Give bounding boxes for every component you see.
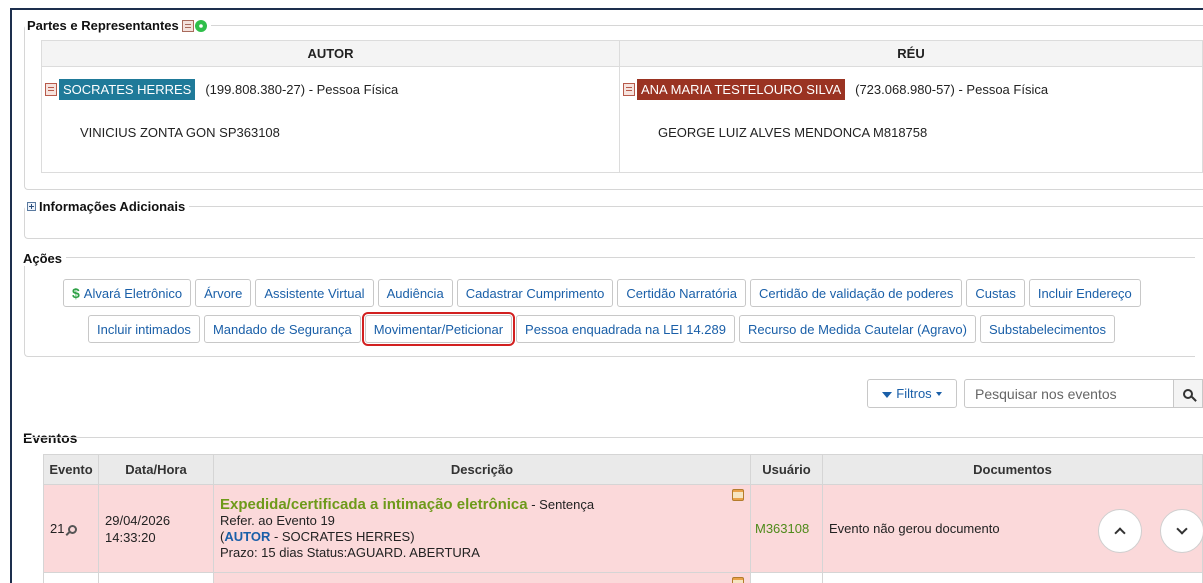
col-descricao: Descrição bbox=[213, 454, 751, 485]
dollar-icon: $ bbox=[72, 285, 80, 301]
hourglass-icon bbox=[732, 577, 744, 583]
autor-doc: (199.808.380-27) - Pessoa Física bbox=[205, 82, 399, 97]
certidao-narratoria-button[interactable]: Certidão Narratória bbox=[617, 279, 746, 307]
autor-name[interactable]: SOCRATES HERRES bbox=[59, 79, 196, 100]
certidao-validacao-button[interactable]: Certidão de validação de poderes bbox=[749, 279, 963, 307]
event-title: Expedida/certificada a intimação eletrôn… bbox=[220, 495, 528, 513]
col-evento: Evento bbox=[43, 454, 99, 485]
pessoa-lei-button[interactable]: Pessoa enquadrada na LEI 14.289 bbox=[516, 315, 735, 343]
eventos-divider bbox=[24, 437, 1203, 438]
info-legend[interactable]: Informações Adicionais bbox=[25, 199, 189, 214]
autor-link[interactable]: AUTOR bbox=[224, 529, 270, 544]
info-title[interactable]: Informações Adicionais bbox=[39, 199, 185, 214]
reu-name[interactable]: ANA MARIA TESTELOURO SILVA bbox=[637, 79, 846, 100]
autor-representative: VINICIUS ZONTA GON SP363108 bbox=[80, 125, 280, 140]
filter-icon bbox=[882, 391, 893, 398]
filtros-dropdown[interactable]: Filtros bbox=[867, 379, 957, 408]
search-events-input[interactable] bbox=[964, 379, 1174, 408]
document-icon[interactable] bbox=[623, 83, 635, 96]
actions-title: Ações bbox=[23, 251, 67, 266]
expand-plus-icon[interactable] bbox=[27, 202, 36, 211]
usuario-cell: M363108 bbox=[750, 484, 823, 573]
autor-header: AUTOR bbox=[41, 40, 620, 67]
table-row bbox=[43, 572, 1203, 583]
user-link[interactable]: M363108 bbox=[755, 521, 809, 536]
actions-row-2: Incluir intimados Mandado de Segurança M… bbox=[88, 312, 1116, 346]
alvara-button[interactable]: $ Alvará Eletrônico bbox=[63, 279, 192, 307]
audiencia-button[interactable]: Audiência bbox=[377, 279, 453, 307]
events-table: Evento Data/Hora Descrição Usuário Docum… bbox=[43, 454, 1203, 583]
info-fieldset: Informações Adicionais bbox=[24, 199, 1203, 239]
actions-row-1: $ Alvará Eletrônico Árvore Assistente Vir… bbox=[63, 279, 1141, 307]
chevron-up-icon bbox=[1114, 527, 1126, 539]
arvore-button[interactable]: Árvore bbox=[195, 279, 252, 307]
whatsapp-icon[interactable] bbox=[194, 19, 207, 32]
partes-title: Partes e Representantes bbox=[27, 18, 179, 33]
incluir-endereco-button[interactable]: Incluir Endereço bbox=[1028, 279, 1141, 307]
movimentar-peticionar-button[interactable]: Movimentar/Peticionar bbox=[361, 312, 516, 346]
substabelecimentos-button[interactable]: Substabelecimentos bbox=[979, 315, 1116, 343]
autor-line: SOCRATES HERRES (199.808.380-27) - Pesso… bbox=[42, 79, 398, 100]
parties-table: AUTOR RÉU SOCRATES HERRES (199.808.380-2… bbox=[41, 40, 1203, 173]
recurso-medida-cautelar-button[interactable]: Recurso de Medida Cautelar (Agravo) bbox=[739, 315, 976, 343]
chevron-down-icon bbox=[1176, 523, 1188, 535]
descricao-cell: Expedida/certificada a intimação eletrôn… bbox=[213, 484, 751, 573]
reu-line: ANA MARIA TESTELOURO SILVA (723.068.980-… bbox=[620, 79, 1048, 100]
table-row: 21 29/04/2026 14:33:20 Expedida/certific… bbox=[43, 484, 1203, 573]
documentos-cell: Evento não gerou documento bbox=[822, 484, 1203, 573]
reu-cell: ANA MARIA TESTELOURO SILVA (723.068.980-… bbox=[619, 66, 1203, 173]
caret-down-icon bbox=[935, 391, 942, 396]
document-icon[interactable] bbox=[45, 83, 57, 96]
reu-header: RÉU bbox=[619, 40, 1203, 67]
scroll-down-button[interactable] bbox=[1160, 509, 1203, 553]
partes-legend: Partes e Representantes bbox=[25, 18, 211, 33]
col-data-hora: Data/Hora bbox=[98, 454, 214, 485]
reu-representative: GEORGE LUIZ ALVES MENDONCA M818758 bbox=[658, 125, 928, 140]
col-documentos: Documentos bbox=[822, 454, 1203, 485]
scroll-up-button[interactable] bbox=[1098, 509, 1142, 553]
data-cell: 29/04/2026 14:33:20 bbox=[98, 484, 214, 573]
cadastrar-cumprimento-button[interactable]: Cadastrar Cumprimento bbox=[456, 279, 614, 307]
evento-cell: 21 bbox=[43, 484, 99, 573]
search-button[interactable] bbox=[1173, 379, 1203, 408]
magnifier-icon[interactable] bbox=[68, 525, 78, 534]
assistente-virtual-button[interactable]: Assistente Virtual bbox=[255, 279, 374, 307]
col-usuario: Usuário bbox=[750, 454, 823, 485]
eventos-title: Eventos bbox=[23, 430, 78, 446]
mandado-seguranca-button[interactable]: Mandado de Segurança bbox=[203, 315, 361, 343]
search-icon bbox=[1183, 388, 1193, 399]
autor-cell: SOCRATES HERRES (199.808.380-27) - Pesso… bbox=[41, 66, 620, 173]
list-icon[interactable] bbox=[181, 19, 194, 32]
custas-button[interactable]: Custas bbox=[966, 279, 1025, 307]
process-frame: Partes e Representantes AUTOR RÉU SOCRAT… bbox=[10, 8, 1203, 583]
incluir-intimados-button[interactable]: Incluir intimados bbox=[88, 315, 200, 343]
hourglass-icon bbox=[732, 489, 744, 501]
reu-doc: (723.068.980-57) - Pessoa Física bbox=[855, 82, 1049, 97]
